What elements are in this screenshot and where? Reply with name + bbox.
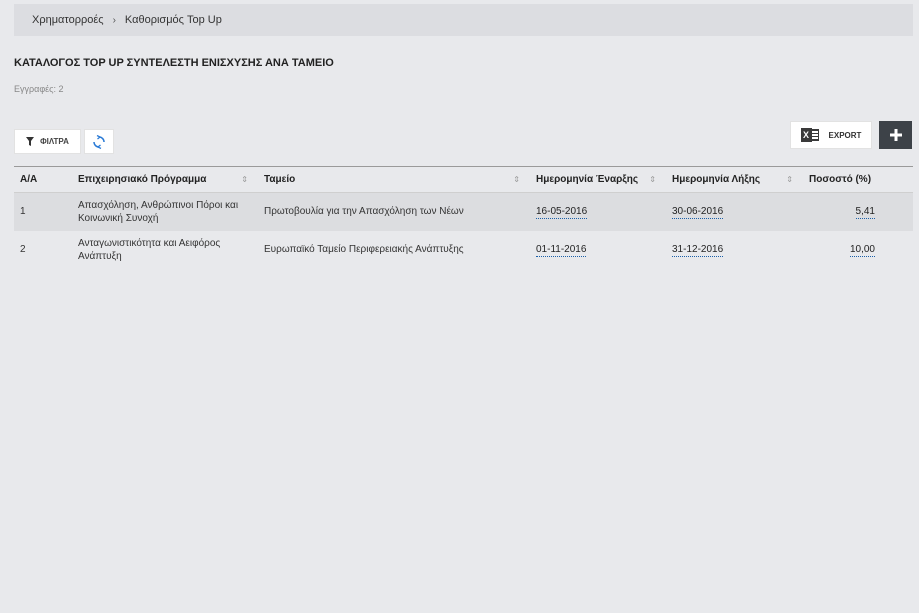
excel-icon: X bbox=[800, 128, 819, 142]
sort-arrows-icon[interactable]: ⇕ bbox=[786, 175, 793, 184]
export-button-label: EXPORT bbox=[828, 130, 862, 140]
table-row[interactable]: 2 Ανταγωνιστικότητα και Αειφόρος Ανάπτυξ… bbox=[14, 231, 913, 269]
cell-start-date: 16-05-2016 bbox=[530, 193, 666, 231]
breadcrumb-separator: › bbox=[112, 14, 116, 26]
percent-editable[interactable]: 10,00 bbox=[849, 244, 875, 257]
breadcrumb-item-topup: Καθορισμός Top Up bbox=[124, 14, 222, 26]
sort-arrows-icon[interactable]: ⇕ bbox=[241, 175, 248, 184]
cell-end-date: 30-06-2016 bbox=[666, 193, 803, 231]
table-header-row: Α/Α Επιχειρησιακό Πρόγραμμα ⇕ Ταμείο ⇕ Ημε… bbox=[14, 166, 913, 193]
column-header-program[interactable]: Επιχειρησιακό Πρόγραμμα ⇕ bbox=[72, 167, 258, 193]
topup-table: Α/Α Επιχειρησιακό Πρόγραμμα ⇕ Ταμείο ⇕ Ημε… bbox=[14, 166, 913, 269]
cell-fund: Ευρωπαϊκό Ταμείο Περιφερειακής Ανάπτυξης bbox=[264, 244, 464, 255]
add-button[interactable] bbox=[879, 121, 912, 149]
column-header-percent[interactable]: Ποσοστό (%) bbox=[803, 167, 913, 193]
sort-arrows-icon[interactable]: ⇕ bbox=[513, 175, 520, 184]
filter-button-label: ΦΙΛΤΡΑ bbox=[40, 137, 69, 146]
refresh-icon bbox=[93, 134, 105, 149]
cell-percent: 10,00 bbox=[803, 231, 913, 269]
column-header-aa[interactable]: Α/Α bbox=[14, 167, 72, 193]
cell-fund: Πρωτοβουλία για την Απασχόληση των Νέων bbox=[264, 206, 464, 218]
cell-aa: 2 bbox=[20, 244, 26, 255]
end-date-editable[interactable]: 31-12-2016 bbox=[672, 244, 724, 257]
percent-editable[interactable]: 5,41 bbox=[855, 206, 875, 220]
page-title: ΚΑΤΑΛΟΓΟΣ TOP UP ΣΥΝΤΕΛΕΣΤΗ ΕΝΙΣΧΥΣΗΣ ΑΝ… bbox=[14, 57, 334, 69]
filter-button[interactable]: ΦΙΛΤΡΑ bbox=[14, 129, 81, 154]
cell-program: Απασχόληση, Ανθρώπινοι Πόροι και Κοινωνι… bbox=[78, 199, 239, 224]
plus-icon bbox=[889, 129, 902, 141]
refresh-button[interactable] bbox=[84, 129, 114, 154]
record-count: Εγγραφές: 2 bbox=[14, 84, 64, 94]
start-date-editable[interactable]: 16-05-2016 bbox=[536, 206, 588, 220]
start-date-editable[interactable]: 01-11-2016 bbox=[536, 244, 587, 257]
cell-program: Ανταγωνιστικότητα και Αειφόρος Ανάπτυξη bbox=[78, 237, 221, 262]
filter-funnel-icon bbox=[26, 137, 35, 146]
column-header-end-date[interactable]: Ημερομηνία Λήξης ⇕ bbox=[666, 167, 803, 193]
cell-aa: 1 bbox=[20, 206, 26, 218]
end-date-editable[interactable]: 30-06-2016 bbox=[672, 206, 724, 220]
breadcrumb: Χρηματορροές › Καθορισμός Top Up bbox=[14, 4, 913, 36]
export-button[interactable]: X EXPORT bbox=[790, 121, 872, 149]
cell-percent: 5,41 bbox=[803, 193, 913, 231]
column-header-fund[interactable]: Ταμείο ⇕ bbox=[258, 167, 530, 193]
cell-end-date: 31-12-2016 bbox=[666, 231, 803, 269]
cell-start-date: 01-11-2016 bbox=[530, 231, 666, 269]
sort-arrows-icon[interactable]: ⇕ bbox=[649, 175, 656, 184]
table-row[interactable]: 1 Απασχόληση, Ανθρώπινοι Πόροι και Κοινω… bbox=[14, 192, 913, 231]
column-header-start-date[interactable]: Ημερομηνία Έναρξης ⇕ bbox=[530, 167, 666, 193]
breadcrumb-item-cashflows[interactable]: Χρηματορροές bbox=[32, 14, 104, 26]
